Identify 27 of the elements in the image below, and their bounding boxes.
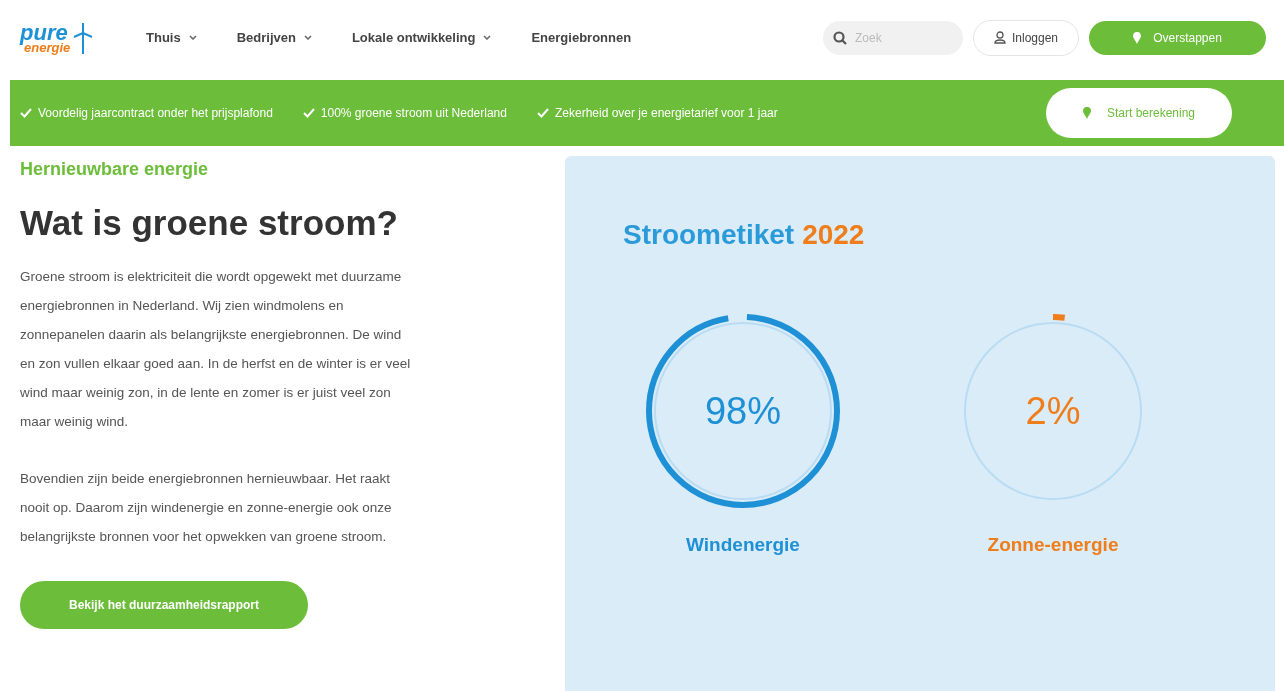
body-paragraph: Groene stroom is elektriciteit die wordt opgewekt met duurzame energiebronnen in Nederland. Wij zien windmolens en zonnepanelen daarin als belangrijkste energiebronnen. De wind en zon vullen elkaar goed aan. In de herfst en de winter is er veel wind maar weinig zon, in de lente en zomer is er juist veel zon maar weinig wind. [20, 267, 412, 431]
nav-link[interactable]: Bedrijven [236, 27, 312, 48]
page-heading: Wat is groene stroom? [20, 202, 399, 244]
card-title: Stroometiket [623, 218, 795, 252]
body-paragraph: Bovendien zijn beide energiebronnen hernieuwbaar. Het raakt nooit op. Daarom zijn windenergie en zonne-energie ook onze belangrijkste bronnen voor het opwekken van groene stroom. [20, 469, 393, 546]
nav-link[interactable]: Thuis [146, 27, 197, 48]
caret-icon [188, 35, 197, 40]
nav-link[interactable]: Lokale ontwikkeling [351, 27, 492, 48]
usp-text: Voordelig jaarcontract onder het prijsplafond [38, 105, 273, 122]
usp-text: 100% groene stroom uit Nederland [320, 105, 507, 122]
usp-text: Zekerheid over je energietarief voor 1 jaar [554, 105, 778, 122]
caret-icon [483, 35, 492, 40]
eyebrow-text: Hernieuwbare energie [20, 158, 210, 181]
user-icon [993, 31, 1006, 44]
wind-turbine-icon [72, 20, 95, 55]
nav-link[interactable]: Energiebronnen [531, 27, 632, 48]
caret-icon [303, 35, 312, 40]
gauge-label: Windenergie [686, 533, 800, 557]
card-year: 2022 [802, 218, 865, 252]
check-icon [536, 108, 549, 118]
check-icon [20, 108, 32, 118]
gauge-value: 98% [704, 388, 782, 434]
check-icon [302, 108, 315, 118]
pin-icon [1082, 107, 1091, 119]
gauge-label: Zonne-energie [987, 533, 1119, 557]
pin-icon [1133, 31, 1142, 44]
gauge-value: 2% [1025, 388, 1081, 434]
